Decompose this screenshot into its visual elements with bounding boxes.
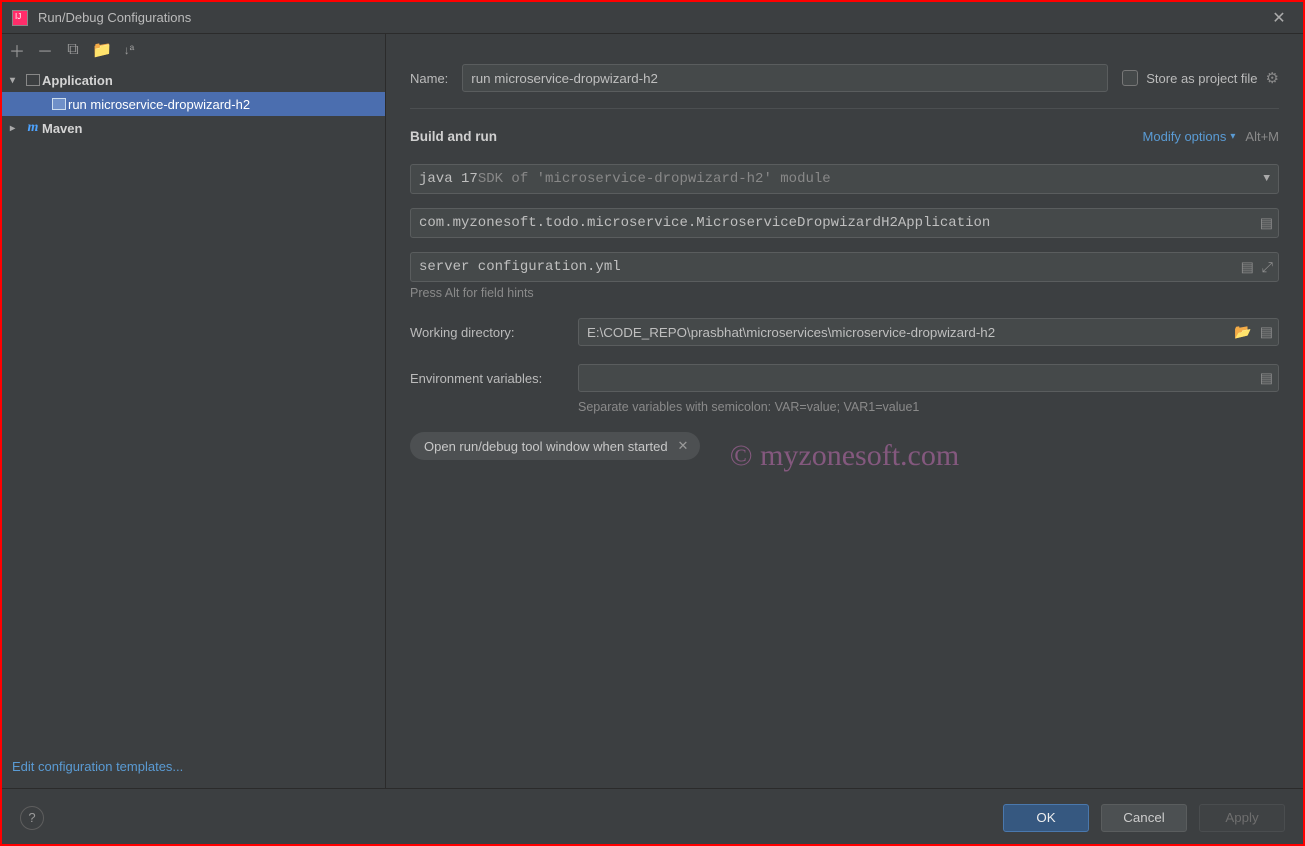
jdk-module-hint: SDK of 'microservice-dropwizard-h2' modu… bbox=[478, 171, 831, 187]
jdk-select[interactable]: java 17 SDK of 'microservice-dropwizard-… bbox=[410, 164, 1279, 194]
save-template-icon[interactable]: 📁 bbox=[92, 40, 110, 60]
titlebar: Run/Debug Configurations ✕ bbox=[2, 2, 1303, 34]
window-title: Run/Debug Configurations bbox=[38, 10, 1265, 25]
working-dir-input[interactable] bbox=[578, 318, 1279, 346]
env-label: Environment variables: bbox=[410, 371, 560, 386]
working-dir-label: Working directory: bbox=[410, 325, 560, 340]
tree-group-label: Maven bbox=[42, 121, 82, 136]
list-icon[interactable]: ▤ bbox=[1260, 215, 1273, 232]
list-icon[interactable]: ▤ bbox=[1260, 370, 1273, 387]
chip-label: Open run/debug tool window when started bbox=[424, 439, 668, 454]
divider bbox=[410, 108, 1279, 109]
store-project-label: Store as project file bbox=[1146, 71, 1257, 86]
env-hint: Separate variables with semicolon: VAR=v… bbox=[578, 400, 1279, 414]
chevron-down-icon: ▼ bbox=[1263, 173, 1270, 185]
application-icon bbox=[24, 74, 42, 86]
sidebar-toolbar: ＋ － ⧉ 📁 ↓ª bbox=[2, 34, 385, 66]
tree-group-maven[interactable]: ▸ m Maven bbox=[2, 116, 385, 140]
close-icon[interactable]: ✕ bbox=[678, 438, 689, 454]
maven-icon: m bbox=[24, 120, 42, 136]
modify-shortcut: Alt+M bbox=[1245, 129, 1279, 144]
chevron-right-icon: ▸ bbox=[10, 123, 24, 134]
cancel-button[interactable]: Cancel bbox=[1101, 804, 1187, 832]
jdk-value: java 17 bbox=[419, 171, 478, 187]
option-chip[interactable]: Open run/debug tool window when started … bbox=[410, 432, 700, 460]
main-class-input[interactable] bbox=[410, 208, 1279, 238]
program-args-input[interactable] bbox=[410, 252, 1279, 282]
env-input[interactable] bbox=[578, 364, 1279, 392]
tree-item-label: run microservice-dropwizard-h2 bbox=[68, 97, 250, 112]
close-icon[interactable]: ✕ bbox=[1265, 8, 1293, 28]
intellij-icon bbox=[12, 10, 28, 26]
chevron-down-icon: ▾ bbox=[1230, 131, 1235, 142]
ok-button[interactable]: OK bbox=[1003, 804, 1089, 832]
application-icon bbox=[50, 98, 68, 110]
tree-item-run-microservice[interactable]: run microservice-dropwizard-h2 bbox=[2, 92, 385, 116]
apply-button: Apply bbox=[1199, 804, 1285, 832]
expand-icon[interactable]: ⤢ bbox=[1262, 259, 1273, 276]
name-label: Name: bbox=[410, 71, 448, 86]
config-tree: ▾ Application run microservice-dropwizar… bbox=[2, 66, 385, 749]
tree-group-application[interactable]: ▾ Application bbox=[2, 68, 385, 92]
list-icon[interactable]: ▤ bbox=[1260, 324, 1273, 341]
tree-group-label: Application bbox=[42, 73, 113, 88]
name-input[interactable] bbox=[462, 64, 1108, 92]
chevron-down-icon: ▾ bbox=[10, 75, 24, 86]
edit-templates-link[interactable]: Edit configuration templates... bbox=[12, 759, 183, 774]
store-project-checkbox[interactable] bbox=[1122, 70, 1138, 86]
folder-icon[interactable]: 📂 bbox=[1234, 324, 1251, 341]
gear-icon[interactable]: ⚙ bbox=[1266, 69, 1279, 87]
alt-hint: Press Alt for field hints bbox=[410, 286, 1279, 300]
content-pane: Name: Store as project file ⚙ Build and … bbox=[386, 34, 1303, 788]
list-icon[interactable]: ▤ bbox=[1241, 259, 1254, 276]
help-button[interactable]: ? bbox=[20, 806, 44, 830]
modify-options-link[interactable]: Modify options ▾ bbox=[1143, 129, 1236, 144]
section-title: Build and run bbox=[410, 129, 497, 144]
copy-icon[interactable]: ⧉ bbox=[64, 41, 82, 59]
dialog-footer: ? OK Cancel Apply bbox=[2, 788, 1303, 846]
sort-icon[interactable]: ↓ª bbox=[120, 43, 138, 57]
sidebar: ＋ － ⧉ 📁 ↓ª ▾ Application run microservic… bbox=[2, 34, 386, 788]
add-icon[interactable]: ＋ bbox=[8, 38, 26, 62]
remove-icon[interactable]: － bbox=[36, 38, 54, 62]
